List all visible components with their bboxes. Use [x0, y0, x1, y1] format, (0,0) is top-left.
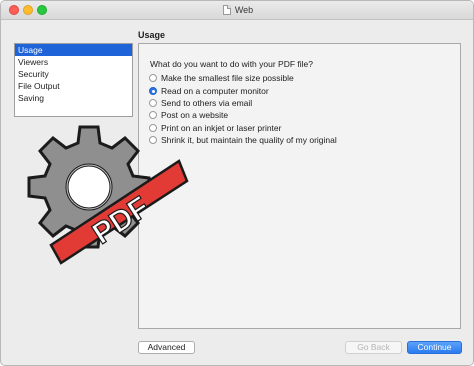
radio-button[interactable] [149, 74, 157, 83]
option-label: Make the smallest file size possible [161, 73, 294, 84]
continue-button[interactable]: Continue [407, 341, 462, 354]
section-title: Usage [138, 30, 166, 40]
sidebar-item-usage[interactable]: Usage [15, 44, 132, 56]
app-window: Web Usage Viewers Security File Output S… [0, 0, 474, 366]
option-label: Read on a computer monitor [161, 85, 269, 96]
window-title-group: Web [1, 1, 473, 19]
title-bar: Web [1, 1, 473, 20]
option-computer-monitor[interactable]: Read on a computer monitor [149, 84, 337, 96]
window-title: Web [234, 5, 254, 15]
sidebar-item-security[interactable]: Security [15, 68, 132, 80]
option-smallest-file[interactable]: Make the smallest file size possible [149, 72, 337, 84]
gear-pdf-logo-icon: PDF [27, 125, 189, 265]
radio-button-selected[interactable] [149, 86, 157, 95]
document-icon [222, 5, 231, 15]
sidebar-item-viewers[interactable]: Viewers [15, 56, 132, 68]
go-back-button[interactable]: Go Back [345, 341, 402, 354]
sidebar-item-file-output[interactable]: File Output [15, 80, 132, 92]
question-label: What do you want to do with your PDF fil… [150, 59, 313, 69]
advanced-button[interactable]: Advanced [138, 341, 195, 354]
